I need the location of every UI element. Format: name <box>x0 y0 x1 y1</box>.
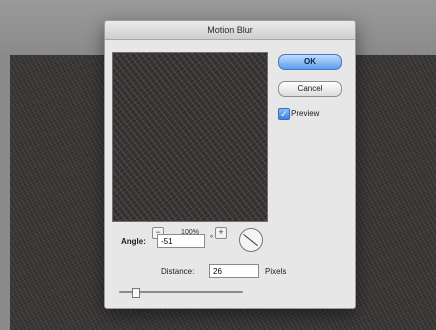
filter-preview-image[interactable] <box>112 52 268 222</box>
zoom-in-button[interactable]: + <box>215 227 227 239</box>
distance-slider[interactable] <box>119 288 243 298</box>
dialog-title: Motion Blur <box>105 21 355 40</box>
ok-button[interactable]: OK <box>278 54 342 70</box>
cancel-button[interactable]: Cancel <box>278 81 342 97</box>
canvas-left-edge <box>0 55 10 330</box>
angle-input[interactable] <box>157 234 205 248</box>
distance-label: Distance: <box>161 267 195 276</box>
distance-slider-thumb[interactable] <box>132 288 140 298</box>
degree-symbol: ° <box>210 234 214 243</box>
angle-dial-needle <box>243 233 258 247</box>
angle-label: Angle: <box>121 237 146 246</box>
preview-checkbox[interactable]: ✓ <box>278 108 290 120</box>
motion-blur-dialog: Motion Blur − 100% + OK Cancel ✓ Preview… <box>104 20 356 309</box>
checkmark-icon: ✓ <box>280 109 288 119</box>
angle-dial-icon[interactable] <box>239 228 263 252</box>
preview-label: Preview <box>291 109 320 118</box>
distance-units: Pixels <box>265 267 287 276</box>
distance-input[interactable] <box>209 264 259 278</box>
plus-icon: + <box>218 227 224 237</box>
